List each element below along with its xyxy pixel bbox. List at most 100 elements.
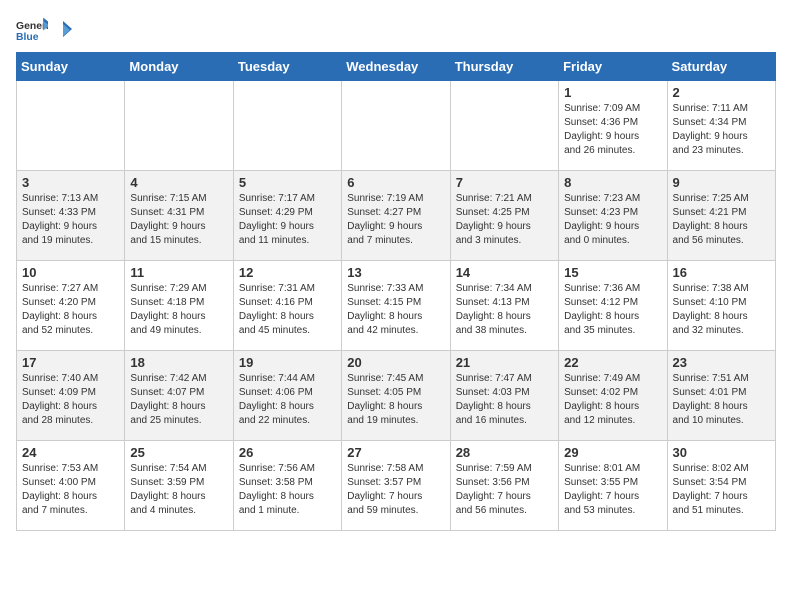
calendar-cell: 1 Sunrise: 7:09 AM Sunset: 4:36 PM Daylig…: [559, 81, 667, 171]
day-number: 21: [456, 355, 553, 370]
logo-icon: General Blue: [16, 16, 48, 44]
calendar-week-row: 10 Sunrise: 7:27 AM Sunset: 4:20 PM Dayli…: [17, 261, 776, 351]
calendar-cell: 12 Sunrise: 7:31 AM Sunset: 4:16 PM Dayli…: [233, 261, 341, 351]
day-info: Sunrise: 7:27 AM Sunset: 4:20 PM Dayligh…: [22, 282, 119, 338]
day-info: Sunrise: 7:25 AM Sunset: 4:21 PM Dayligh…: [673, 192, 770, 248]
calendar-cell: 2 Sunrise: 7:11 AM Sunset: 4:34 PM Daylig…: [667, 81, 775, 171]
day-info: Sunrise: 7:11 AM Sunset: 4:34 PM Dayligh…: [673, 102, 770, 158]
calendar-cell: 13Sunrise: 7:33 AM Sunset: 4:15 PM Dayli…: [342, 261, 450, 351]
day-info: Sunrise: 8:01 AM Sunset: 3:55 PM Dayligh…: [564, 462, 661, 518]
day-number: 12: [239, 265, 336, 280]
calendar-cell: 19 Sunrise: 7:44 AM Sunset: 4:06 PM Dayli…: [233, 351, 341, 441]
svg-text:Blue: Blue: [16, 32, 39, 43]
calendar-cell: 20 Sunrise: 7:45 AM Sunset: 4:05 PM Dayli…: [342, 351, 450, 441]
day-info: Sunrise: 7:56 AM Sunset: 3:58 PM Dayligh…: [239, 462, 336, 518]
day-info: Sunrise: 7:58 AM Sunset: 3:57 PM Dayligh…: [347, 462, 444, 518]
day-number: 15: [564, 265, 661, 280]
day-number: 7: [456, 175, 553, 190]
calendar-cell: 18Sunrise: 7:42 AM Sunset: 4:07 PM Dayli…: [125, 351, 233, 441]
day-number: 4: [130, 175, 227, 190]
day-number: 30: [673, 445, 770, 460]
calendar-week-row: 24 Sunrise: 7:53 AM Sunset: 4:00 PM Dayli…: [17, 441, 776, 531]
calendar-cell: 10 Sunrise: 7:27 AM Sunset: 4:20 PM Dayli…: [17, 261, 125, 351]
day-info: Sunrise: 7:29 AM Sunset: 4:18 PM Dayligh…: [130, 282, 227, 338]
day-info: Sunrise: 7:54 AM Sunset: 3:59 PM Dayligh…: [130, 462, 227, 518]
calendar-cell: 28 Sunrise: 7:59 AM Sunset: 3:56 PM Dayli…: [450, 441, 558, 531]
day-number: 2: [673, 85, 770, 100]
calendar-cell: 4 Sunrise: 7:15 AM Sunset: 4:31 PM Daylig…: [125, 171, 233, 261]
weekday-header-monday: Monday: [125, 53, 233, 81]
day-info: Sunrise: 7:19 AM Sunset: 4:27 PM Dayligh…: [347, 192, 444, 248]
day-number: 1: [564, 85, 661, 100]
day-number: 6: [347, 175, 444, 190]
day-number: 20: [347, 355, 444, 370]
day-info: Sunrise: 7:34 AM Sunset: 4:13 PM Dayligh…: [456, 282, 553, 338]
day-number: 29: [564, 445, 661, 460]
calendar-week-row: 17 Sunrise: 7:40 AM Sunset: 4:09 PM Dayli…: [17, 351, 776, 441]
day-info: Sunrise: 7:31 AM Sunset: 4:16 PM Dayligh…: [239, 282, 336, 338]
day-number: 3: [22, 175, 119, 190]
calendar-cell: [342, 81, 450, 171]
day-number: 23: [673, 355, 770, 370]
day-info: Sunrise: 7:47 AM Sunset: 4:03 PM Dayligh…: [456, 372, 553, 428]
calendar-cell: 23 Sunrise: 7:51 AM Sunset: 4:01 PM Dayli…: [667, 351, 775, 441]
calendar-cell: 26 Sunrise: 7:56 AM Sunset: 3:58 PM Dayli…: [233, 441, 341, 531]
day-info: Sunrise: 7:44 AM Sunset: 4:06 PM Dayligh…: [239, 372, 336, 428]
calendar-cell: 5Sunrise: 7:17 AM Sunset: 4:29 PM Daylig…: [233, 171, 341, 261]
calendar-week-row: 1 Sunrise: 7:09 AM Sunset: 4:36 PM Daylig…: [17, 81, 776, 171]
day-info: Sunrise: 7:40 AM Sunset: 4:09 PM Dayligh…: [22, 372, 119, 428]
day-info: Sunrise: 7:33 AM Sunset: 4:15 PM Dayligh…: [347, 282, 444, 338]
calendar-cell: 8 Sunrise: 7:23 AM Sunset: 4:23 PM Daylig…: [559, 171, 667, 261]
day-info: Sunrise: 7:38 AM Sunset: 4:10 PM Dayligh…: [673, 282, 770, 338]
day-info: Sunrise: 7:13 AM Sunset: 4:33 PM Dayligh…: [22, 192, 119, 248]
day-number: 11: [130, 265, 227, 280]
day-info: Sunrise: 7:45 AM Sunset: 4:05 PM Dayligh…: [347, 372, 444, 428]
day-number: 26: [239, 445, 336, 460]
day-info: Sunrise: 7:49 AM Sunset: 4:02 PM Dayligh…: [564, 372, 661, 428]
weekday-header-wednesday: Wednesday: [342, 53, 450, 81]
day-number: 24: [22, 445, 119, 460]
day-info: Sunrise: 7:09 AM Sunset: 4:36 PM Dayligh…: [564, 102, 661, 158]
calendar-week-row: 3 Sunrise: 7:13 AM Sunset: 4:33 PM Daylig…: [17, 171, 776, 261]
calendar-cell: 25 Sunrise: 7:54 AM Sunset: 3:59 PM Dayli…: [125, 441, 233, 531]
day-info: Sunrise: 7:53 AM Sunset: 4:00 PM Dayligh…: [22, 462, 119, 518]
day-number: 25: [130, 445, 227, 460]
day-number: 17: [22, 355, 119, 370]
calendar-cell: 27 Sunrise: 7:58 AM Sunset: 3:57 PM Dayli…: [342, 441, 450, 531]
day-info: Sunrise: 7:42 AM Sunset: 4:07 PM Dayligh…: [130, 372, 227, 428]
day-info: Sunrise: 7:23 AM Sunset: 4:23 PM Dayligh…: [564, 192, 661, 248]
day-info: Sunrise: 7:59 AM Sunset: 3:56 PM Dayligh…: [456, 462, 553, 518]
header-area: General Blue: [16, 16, 776, 44]
day-number: 9: [673, 175, 770, 190]
day-number: 5: [239, 175, 336, 190]
day-info: Sunrise: 7:36 AM Sunset: 4:12 PM Dayligh…: [564, 282, 661, 338]
calendar-cell: 15 Sunrise: 7:36 AM Sunset: 4:12 PM Dayli…: [559, 261, 667, 351]
calendar-cell: 11 Sunrise: 7:29 AM Sunset: 4:18 PM Dayli…: [125, 261, 233, 351]
calendar-cell: [233, 81, 341, 171]
day-number: 16: [673, 265, 770, 280]
day-number: 14: [456, 265, 553, 280]
calendar-cell: 9 Sunrise: 7:25 AM Sunset: 4:21 PM Daylig…: [667, 171, 775, 261]
calendar-cell: 3 Sunrise: 7:13 AM Sunset: 4:33 PM Daylig…: [17, 171, 125, 261]
weekday-header-saturday: Saturday: [667, 53, 775, 81]
calendar-cell: [125, 81, 233, 171]
calendar-cell: 21 Sunrise: 7:47 AM Sunset: 4:03 PM Dayli…: [450, 351, 558, 441]
day-number: 22: [564, 355, 661, 370]
calendar-cell: 30 Sunrise: 8:02 AM Sunset: 3:54 PM Dayli…: [667, 441, 775, 531]
calendar-cell: 7Sunrise: 7:21 AM Sunset: 4:25 PM Daylig…: [450, 171, 558, 261]
calendar-table: SundayMondayTuesdayWednesdayThursdayFrid…: [16, 52, 776, 531]
weekday-header-sunday: Sunday: [17, 53, 125, 81]
day-number: 10: [22, 265, 119, 280]
day-info: Sunrise: 7:51 AM Sunset: 4:01 PM Dayligh…: [673, 372, 770, 428]
calendar-cell: 22 Sunrise: 7:49 AM Sunset: 4:02 PM Dayli…: [559, 351, 667, 441]
day-info: Sunrise: 8:02 AM Sunset: 3:54 PM Dayligh…: [673, 462, 770, 518]
day-number: 27: [347, 445, 444, 460]
day-number: 8: [564, 175, 661, 190]
day-number: 19: [239, 355, 336, 370]
day-number: 28: [456, 445, 553, 460]
calendar-cell: [17, 81, 125, 171]
calendar-cell: 6 Sunrise: 7:19 AM Sunset: 4:27 PM Daylig…: [342, 171, 450, 261]
weekday-header-friday: Friday: [559, 53, 667, 81]
calendar-cell: [450, 81, 558, 171]
day-info: Sunrise: 7:15 AM Sunset: 4:31 PM Dayligh…: [130, 192, 227, 248]
